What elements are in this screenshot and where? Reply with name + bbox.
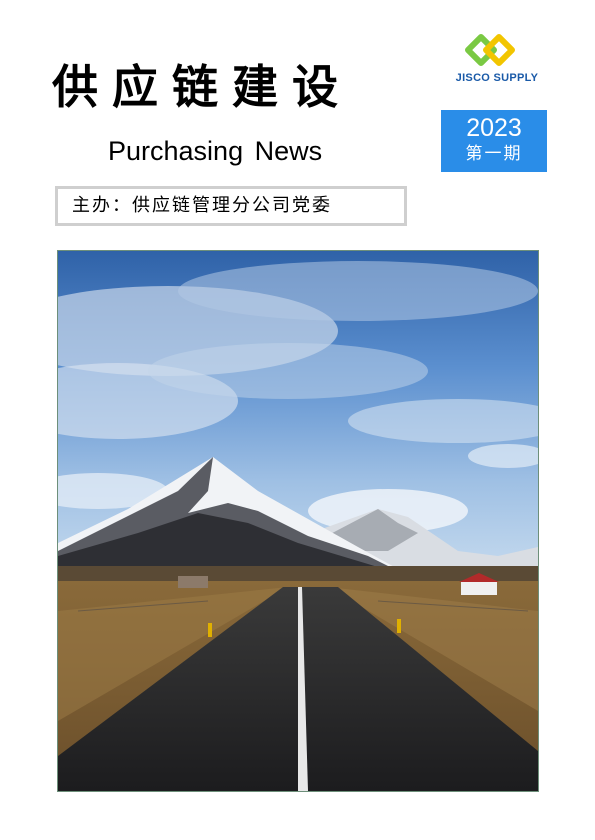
issue-year: 2023 xyxy=(466,114,522,142)
sponsor-text: 主办：供应链管理分公司党委 xyxy=(72,195,332,216)
jisco-supply-logo: JISCO SUPPLY xyxy=(442,32,552,90)
issue-badge: 2023 第一期 xyxy=(441,110,547,172)
logo-text: JISCO SUPPLY xyxy=(455,72,539,84)
cover-photo xyxy=(57,250,539,792)
magazine-title: 供应链建设 xyxy=(52,60,352,114)
sponsor-box: 主办：供应链管理分公司党委 xyxy=(55,186,407,226)
jisco-logo-icon xyxy=(465,34,515,66)
magazine-subtitle: Purchasing News xyxy=(108,136,323,166)
issue-number: 第一期 xyxy=(465,144,523,164)
mountain-road-image xyxy=(58,251,538,791)
